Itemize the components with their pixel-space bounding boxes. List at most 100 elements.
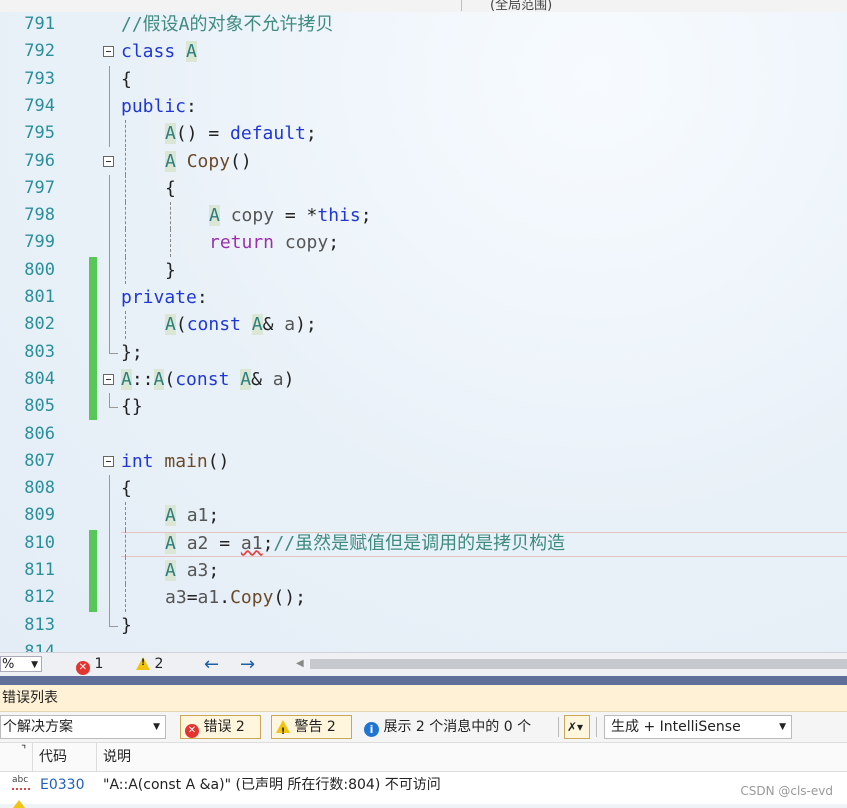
code-text: }; bbox=[121, 341, 143, 363]
indent-guide bbox=[125, 147, 126, 175]
line-number: 791 bbox=[24, 14, 55, 34]
code-line: 797 { bbox=[0, 174, 847, 203]
code-line: 794 public: bbox=[0, 92, 847, 121]
column-header-description[interactable]: 说明 bbox=[98, 743, 847, 771]
collapse-toggle-icon[interactable] bbox=[103, 373, 114, 385]
change-marker bbox=[89, 311, 97, 339]
warning-icon: ! bbox=[136, 657, 150, 670]
fold-guide bbox=[109, 502, 110, 530]
line-number: 808 bbox=[24, 478, 55, 499]
indent-guide bbox=[125, 174, 126, 203]
table-row[interactable]: abc E0330 "A::A(const A &a)" (已声明 所在行数:8… bbox=[0, 772, 847, 798]
error-description: "A::A(const A &a)" (已声明 所在行数:804) 不可访问 bbox=[103, 777, 441, 793]
change-marker bbox=[89, 393, 97, 421]
line-number: 811 bbox=[24, 560, 55, 580]
table-row[interactable] bbox=[0, 798, 847, 808]
fold-guide bbox=[109, 557, 110, 585]
code-text: } bbox=[165, 259, 176, 281]
code-line: 801 private: bbox=[0, 284, 847, 312]
error-count-indicator[interactable]: ✕ 1 bbox=[76, 656, 103, 675]
code-text: A Copy() bbox=[165, 150, 252, 172]
code-line: 795 A() = default; bbox=[0, 120, 847, 148]
fold-guide bbox=[109, 120, 110, 148]
code-line: 792 class A bbox=[0, 38, 847, 65]
zoom-select[interactable]: % ▼ bbox=[0, 656, 42, 672]
horizontal-scrollbar[interactable]: ◀ bbox=[296, 658, 847, 670]
code-text: A a1; bbox=[165, 505, 220, 527]
editor-status-bar: % ▼ ✕ 1 ! 2 ← → ◀ bbox=[0, 652, 847, 677]
line-number: 806 bbox=[24, 423, 55, 444]
change-marker bbox=[89, 365, 97, 394]
line-number: 794 bbox=[24, 95, 55, 116]
error-icon: ✕ bbox=[76, 661, 90, 675]
line-number: 803 bbox=[24, 341, 55, 362]
code-editor[interactable]: 791 //假设A的对象不允许拷贝 792 class A 793 { 794 … bbox=[0, 12, 847, 652]
error-list-toolbar: 个解决方案 ▼ ✕ 错误 2 ! 警告 2 i 展示 2 个消息中的 0 个 ✗… bbox=[0, 712, 847, 743]
line-number: 795 bbox=[24, 123, 55, 144]
code-line: 798 A copy = *this; bbox=[0, 202, 847, 230]
collapse-toggle-icon[interactable] bbox=[103, 155, 114, 167]
errors-filter-button[interactable]: ✕ 错误 2 bbox=[180, 715, 261, 739]
code-text: return copy; bbox=[209, 232, 340, 254]
indent-guide bbox=[125, 202, 126, 230]
warning-count: 2 bbox=[154, 656, 164, 672]
sort-icon: ⌝ bbox=[21, 743, 27, 756]
change-marker bbox=[89, 284, 97, 312]
code-comment: //假设A的对象不允许拷贝 bbox=[121, 14, 334, 35]
indent-guide bbox=[125, 529, 126, 557]
line-number: 796 bbox=[24, 150, 55, 171]
code-line: 793 { bbox=[0, 65, 847, 93]
error-count: 1 bbox=[94, 656, 104, 672]
scroll-left-icon[interactable]: ◀ bbox=[296, 658, 304, 669]
change-marker bbox=[89, 557, 97, 585]
code-line: 812 a3=a1.Copy(); bbox=[0, 584, 847, 612]
toolbar-divider bbox=[596, 717, 597, 737]
indent-guide bbox=[125, 120, 126, 148]
code-line: 809 A a1; bbox=[0, 502, 847, 530]
fold-guide bbox=[109, 584, 110, 612]
code-line: 805 {} bbox=[0, 393, 847, 421]
messages-filter-button[interactable]: i 展示 2 个消息中的 0 个 bbox=[359, 715, 555, 739]
indent-guide bbox=[125, 311, 126, 339]
code-line: 802 A(const A& a); bbox=[0, 311, 847, 339]
members-dropdown[interactable] bbox=[0, 0, 462, 11]
line-number: 797 bbox=[24, 177, 55, 198]
indent-guide bbox=[125, 557, 126, 585]
code-text: A a3; bbox=[165, 560, 220, 581]
watermark: CSDN @cls-evd bbox=[740, 784, 833, 798]
indent-guide bbox=[125, 502, 126, 530]
code-line: 791 //假设A的对象不允许拷贝 bbox=[0, 12, 847, 38]
column-header-code[interactable]: 代码 bbox=[33, 743, 97, 771]
indent-guide bbox=[170, 229, 171, 257]
fold-guide bbox=[109, 284, 110, 312]
filter-toggle-button[interactable]: ✗▾ bbox=[564, 715, 590, 739]
indent-guide bbox=[170, 202, 171, 230]
fold-guide bbox=[109, 229, 110, 257]
code-text: { bbox=[165, 177, 176, 199]
code-text: int main() bbox=[121, 450, 230, 472]
code-text: A a2 = a1;//虽然是赋值但是调用的是拷贝构造 bbox=[165, 532, 566, 554]
previous-issue-arrow-icon[interactable]: ← bbox=[204, 654, 219, 675]
code-text: A() = default; bbox=[165, 123, 317, 145]
next-issue-arrow-icon[interactable]: → bbox=[240, 654, 255, 675]
filter-icon: ✗▾ bbox=[567, 720, 584, 734]
code-line: 800 } bbox=[0, 256, 847, 284]
line-number: 812 bbox=[24, 587, 55, 608]
zoom-value: % bbox=[2, 657, 15, 672]
scrollbar-thumb[interactable] bbox=[310, 659, 847, 669]
collapse-toggle-icon[interactable] bbox=[103, 455, 114, 467]
fold-guide bbox=[109, 475, 110, 503]
line-number: 799 bbox=[24, 232, 55, 253]
info-icon: i bbox=[364, 722, 379, 737]
warning-count-indicator[interactable]: ! 2 bbox=[136, 656, 163, 672]
build-source-select[interactable]: 生成 + IntelliSense ▼ bbox=[604, 715, 792, 739]
collapse-toggle-icon[interactable] bbox=[103, 46, 114, 58]
fold-guide bbox=[109, 174, 110, 203]
line-number: 805 bbox=[24, 396, 55, 417]
error-code[interactable]: E0330 bbox=[40, 772, 84, 798]
code-line: 799 return copy; bbox=[0, 229, 847, 257]
code-line: 814 bbox=[0, 639, 847, 652]
warnings-button-label: 警告 2 bbox=[294, 719, 336, 735]
warnings-filter-button[interactable]: ! 警告 2 bbox=[271, 715, 352, 739]
line-number: 814 bbox=[24, 641, 55, 652]
